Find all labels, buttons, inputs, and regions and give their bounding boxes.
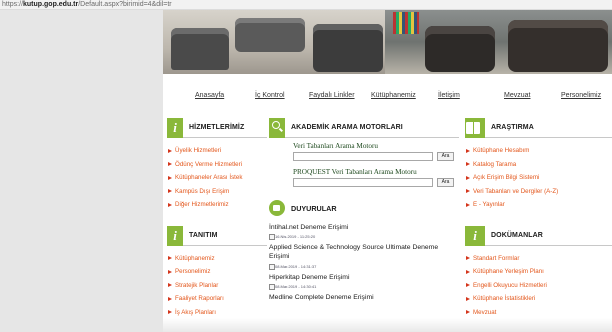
db-search-input[interactable] (293, 152, 433, 161)
page-content: Anasayfa İç Kontrol Faydalı Linkler Kütü… (163, 74, 612, 332)
sofa-graphic (235, 18, 305, 52)
url-text[interactable]: https://kutup.gop.edu.tr/Default.aspx?bi… (2, 0, 172, 9)
sofa-graphic (171, 28, 229, 70)
proquest-search-row: Ara (293, 178, 459, 190)
nav-useful-links[interactable]: Faydalı Linkler (309, 92, 355, 99)
link-other-services[interactable]: Diğer Hizmetlerimiz (167, 200, 267, 214)
intro-list: Kütüphanemiz Personelimiz Stratejik Plan… (167, 254, 267, 322)
db-search-row: Ara (293, 152, 459, 164)
link-open-access-system[interactable]: Açık Erişim Bilgi Sistemi (465, 173, 612, 187)
announcements-title: DUYURULAR (291, 204, 337, 213)
services-list: Üyelik Hizmetleri Ödünç Verme Hizmetleri… (167, 146, 267, 214)
research-header: ARAŞTIRMA (465, 118, 612, 138)
news-title-link[interactable]: Medline Complete Deneme Erişimi (269, 293, 459, 302)
armchair-graphic (508, 20, 608, 72)
intro-header: i TANITIM (167, 225, 267, 246)
nav-legislation[interactable]: Mevzuat (504, 92, 530, 99)
sofa-graphic (313, 24, 383, 72)
link-e-publications[interactable]: E - Yayınlar (465, 200, 612, 214)
info-icon: i (167, 118, 183, 138)
bookshelf-graphic (393, 12, 419, 34)
link-disabled-reader-services[interactable]: Engelli Okuyucu Hizmetleri (465, 281, 612, 295)
link-databases-journals[interactable]: Veri Tabanları ve Dergiler (A-Z) (465, 187, 612, 201)
news-item: Medline Complete Deneme Erişimi (269, 293, 459, 302)
search-icon (269, 118, 285, 138)
nav-staff[interactable]: Personelimiz (561, 92, 601, 99)
news-item: İntihal.net Deneme Erişimi 16.Nis.2019 -… (269, 223, 459, 241)
nav-contact[interactable]: İletişim (438, 92, 460, 99)
nav-internal-control[interactable]: İç Kontrol (255, 92, 285, 99)
right-column: ARAŞTIRMA Kütüphane Hesabım Katalog Tara… (465, 118, 612, 321)
news-title-link[interactable]: Hiperkitap Deneme Erişimi (269, 273, 459, 282)
services-header: i HİZMETLERİMİZ (167, 118, 267, 138)
research-title: ARAŞTIRMA (491, 124, 534, 131)
link-off-campus-access[interactable]: Kampüs Dışı Erişim (167, 187, 267, 201)
documents-list: Standart Formlar Kütüphane Yerleşim Plan… (465, 254, 612, 322)
db-search-button[interactable]: Ara (437, 152, 454, 161)
nav-our-library[interactable]: Kütüphanemiz (371, 92, 416, 99)
armchair-graphic (425, 26, 495, 72)
middle-column: AKADEMİK ARAMA MOTORLARI Veri Tabanları … (269, 118, 459, 302)
link-membership-services[interactable]: Üyelik Hizmetleri (167, 146, 267, 160)
news-item: Applied Science & Technology Source Ulti… (269, 243, 459, 270)
browser-url-bar[interactable]: https://kutup.gop.edu.tr/Default.aspx?bi… (0, 0, 612, 10)
link-our-staff[interactable]: Personelimiz (167, 267, 267, 281)
header-banner-image (163, 10, 612, 74)
speaker-icon (269, 200, 285, 216)
announcements-header: DUYURULAR (269, 198, 459, 220)
research-list: Kütüphane Hesabım Katalog Tarama Açık Er… (465, 146, 612, 214)
link-library-account[interactable]: Kütüphane Hesabım (465, 146, 612, 160)
link-strategic-plans[interactable]: Stratejik Planlar (167, 281, 267, 295)
proquest-search-button[interactable]: Ara (437, 178, 454, 187)
db-search-label: Veri Tabanları Arama Motoru (293, 142, 378, 150)
info-icon: i (167, 225, 183, 246)
link-standard-forms[interactable]: Standart Formlar (465, 254, 612, 268)
main-nav: Anasayfa İç Kontrol Faydalı Linkler Kütü… (163, 74, 612, 112)
documents-title: DOKÜMANLAR (491, 231, 543, 239)
link-our-library[interactable]: Kütüphanemiz (167, 254, 267, 268)
news-title-link[interactable]: İntihal.net Deneme Erişimi (269, 223, 459, 232)
services-title: HİZMETLERİMİZ (189, 124, 245, 131)
news-date: 16.Nis.2019 - 11:25:20 (269, 234, 459, 241)
news-title-link[interactable]: Applied Science & Technology Source Ulti… (269, 243, 459, 261)
proquest-search-input[interactable] (293, 178, 433, 187)
link-activity-reports[interactable]: Faaliyet Raporları (167, 294, 267, 308)
news-item: Hiperkitap Deneme Erişimi 08.Mar.2019 - … (269, 273, 459, 290)
news-date: 08.Mar.2019 - 14:30:41 (269, 283, 459, 290)
info-icon: i (465, 225, 485, 246)
link-interlibrary-request[interactable]: Kütüphaneler Arası İstek (167, 173, 267, 187)
link-catalog-search[interactable]: Katalog Tarama (465, 160, 612, 174)
link-lending-services[interactable]: Ödünç Verme Hizmetleri (167, 160, 267, 174)
link-library-statistics[interactable]: Kütüphane İstatistikleri (465, 294, 612, 308)
search-engines-header: AKADEMİK ARAMA MOTORLARI (269, 118, 459, 138)
book-icon (465, 118, 485, 138)
news-date: 08.Mar.2019 - 14:31:37 (269, 263, 459, 270)
bottom-fade (163, 318, 612, 332)
search-engines-title: AKADEMİK ARAMA MOTORLARI (291, 124, 403, 131)
proquest-search-label: PROQUEST Veri Tabanları Arama Motoru (293, 168, 417, 176)
nav-home[interactable]: Anasayfa (195, 92, 224, 99)
intro-title: TANITIM (189, 231, 218, 239)
left-column: i HİZMETLERİMİZ Üyelik Hizmetleri Ödünç … (167, 118, 267, 321)
documents-header: i DOKÜMANLAR (465, 225, 612, 246)
link-floor-plan[interactable]: Kütüphane Yerleşim Planı (465, 267, 612, 281)
